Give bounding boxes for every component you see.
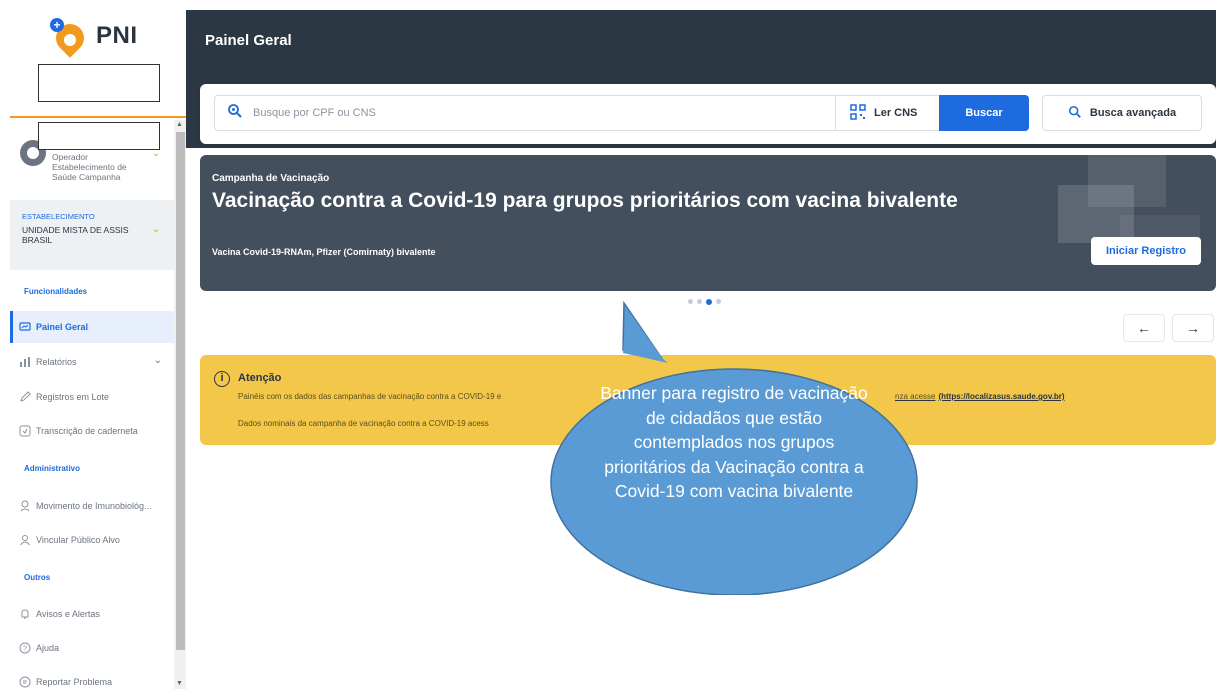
drop-logo-icon: + bbox=[50, 18, 90, 58]
sidebar-item-label: Movimento de Imunobiológ... bbox=[36, 501, 152, 511]
user-role-line: Saúde Campanha bbox=[52, 172, 121, 182]
info-icon: i bbox=[214, 371, 230, 387]
alert-title: Atenção bbox=[238, 372, 282, 384]
sidebar-item-movimento[interactable]: Movimento de Imunobiológ... bbox=[10, 490, 174, 522]
busca-avancada-label: Busca avançada bbox=[1089, 107, 1177, 119]
ler-cns-button[interactable]: Ler CNS bbox=[836, 95, 940, 131]
section-funcionalidades: Funcionalidades bbox=[24, 287, 88, 296]
carousel-dots bbox=[688, 298, 721, 305]
svg-text:?: ? bbox=[23, 646, 27, 653]
search-icon bbox=[227, 103, 243, 124]
user-icon bbox=[18, 533, 32, 547]
carousel-dot[interactable] bbox=[706, 298, 712, 305]
sidebar-item-registros-lote[interactable]: Registros em Lote bbox=[10, 381, 174, 413]
ler-cns-label: Ler CNS bbox=[874, 107, 918, 119]
sidebar-item-painel-geral[interactable]: Painel Geral bbox=[10, 311, 174, 343]
bell-icon bbox=[18, 607, 32, 621]
buscar-button[interactable]: Buscar bbox=[939, 95, 1029, 131]
app-root: + PNI Operador Estabelecimento de Saúde … bbox=[0, 0, 1216, 689]
carousel-dot[interactable] bbox=[688, 299, 693, 304]
section-administrativo: Administrativo bbox=[24, 464, 81, 473]
chevron-down-icon: ⌄ bbox=[153, 355, 162, 366]
chart-icon bbox=[18, 355, 32, 369]
alert-text: Painéis com os dados das campanhas de va… bbox=[238, 392, 502, 401]
help-icon: ? bbox=[18, 641, 32, 655]
sidebar-item-label: Avisos e Alertas bbox=[36, 609, 100, 619]
establishment-selector[interactable]: ESTABELECIMENTO UNIDADE MISTA DE ASSIS B… bbox=[10, 200, 174, 270]
qr-code-icon bbox=[850, 103, 866, 123]
arrow-left-icon: ← bbox=[1137, 320, 1151, 336]
user-role-line: Operador bbox=[52, 152, 88, 162]
sidebar-item-label: Reportar Problema bbox=[36, 677, 113, 687]
sidebar-item-reportar[interactable]: Reportar Problema bbox=[10, 666, 174, 689]
search-placeholder: Busque por CPF ou CNS bbox=[253, 107, 376, 119]
search-input[interactable]: Busque por CPF ou CNS bbox=[214, 95, 836, 131]
sidebar: + PNI Operador Estabelecimento de Saúde … bbox=[0, 0, 186, 689]
scrollbar-thumb[interactable] bbox=[176, 132, 185, 650]
chat-icon bbox=[18, 675, 32, 689]
banner-description: Vacina Covid-19-RNAm, Pfizer (Comirnaty)… bbox=[212, 247, 436, 257]
chevron-down-icon[interactable]: ⌄ bbox=[152, 224, 160, 235]
page-title: Painel Geral bbox=[205, 32, 292, 49]
pencil-icon bbox=[18, 390, 32, 404]
carousel-next-button[interactable]: → bbox=[1172, 314, 1214, 342]
sidebar-item-label: Vincular Público Alvo bbox=[36, 535, 120, 545]
alert-link-prefix: nza acesse bbox=[895, 392, 936, 401]
chevron-down-icon[interactable]: ⌄ bbox=[152, 148, 160, 159]
sidebar-item-label: Painel Geral bbox=[36, 322, 89, 332]
establishment-value: UNIDADE MISTA DE ASSIS BRASIL bbox=[22, 225, 129, 245]
app-logo[interactable]: + PNI bbox=[50, 16, 138, 58]
document-icon bbox=[18, 424, 32, 438]
user-role-line: Estabelecimento de bbox=[52, 162, 127, 172]
sidebar-item-ajuda[interactable]: ? Ajuda bbox=[10, 632, 174, 664]
redacted-box bbox=[38, 122, 160, 150]
sidebar-item-label: Ajuda bbox=[36, 643, 60, 653]
busca-avancada-button[interactable]: Busca avançada bbox=[1042, 95, 1202, 131]
scroll-down-icon[interactable]: ▼ bbox=[176, 680, 183, 687]
carousel-dot[interactable] bbox=[697, 299, 702, 304]
top-header: Painel Geral bbox=[186, 10, 1216, 68]
sidebar-item-relatorios[interactable]: Relatórios ⌄ bbox=[10, 346, 174, 378]
sidebar-item-vincular-publico[interactable]: Vincular Público Alvo bbox=[10, 524, 174, 556]
campaign-banner: Campanha de Vacinação Vacinação contra a… bbox=[200, 155, 1216, 291]
dashboard-icon bbox=[18, 320, 32, 334]
search-icon bbox=[1068, 105, 1082, 122]
section-outros: Outros bbox=[24, 573, 51, 582]
alert-text: Dados nominais da campanha de vacinação … bbox=[238, 419, 489, 428]
callout-text: Banner para registro de vacinação de cid… bbox=[600, 383, 868, 501]
sidebar-item-label: Relatórios bbox=[36, 357, 77, 367]
carousel-prev-button[interactable]: ← bbox=[1123, 314, 1165, 342]
scroll-up-icon[interactable]: ▲ bbox=[176, 121, 183, 128]
alert-link[interactable]: nza acesse (https://localizasus.saude.gov… bbox=[895, 392, 1065, 401]
iniciar-registro-button[interactable]: Iniciar Registro bbox=[1091, 237, 1201, 265]
arrow-right-icon: → bbox=[1186, 320, 1200, 336]
app-name: PNI bbox=[96, 22, 138, 49]
carousel-dot[interactable] bbox=[716, 299, 721, 304]
user-role: Operador Estabelecimento de Saúde Campan… bbox=[52, 152, 142, 182]
banner-subtitle: Campanha de Vacinação bbox=[212, 173, 330, 184]
establishment-label: ESTABELECIMENTO bbox=[22, 212, 95, 221]
vaccine-icon bbox=[18, 499, 32, 513]
sidebar-item-avisos[interactable]: Avisos e Alertas bbox=[10, 598, 174, 630]
sidebar-item-transcricao[interactable]: Transcrição de caderneta bbox=[10, 415, 174, 447]
sidebar-item-label: Registros em Lote bbox=[36, 392, 110, 402]
sidebar-item-label: Transcrição de caderneta bbox=[36, 426, 138, 436]
redacted-box bbox=[38, 64, 160, 102]
localizasus-link[interactable]: (https://localizasus.saude.gov.br) bbox=[938, 392, 1064, 401]
divider bbox=[10, 116, 186, 118]
banner-title: Vacinação contra a Covid-19 para grupos … bbox=[212, 189, 958, 212]
